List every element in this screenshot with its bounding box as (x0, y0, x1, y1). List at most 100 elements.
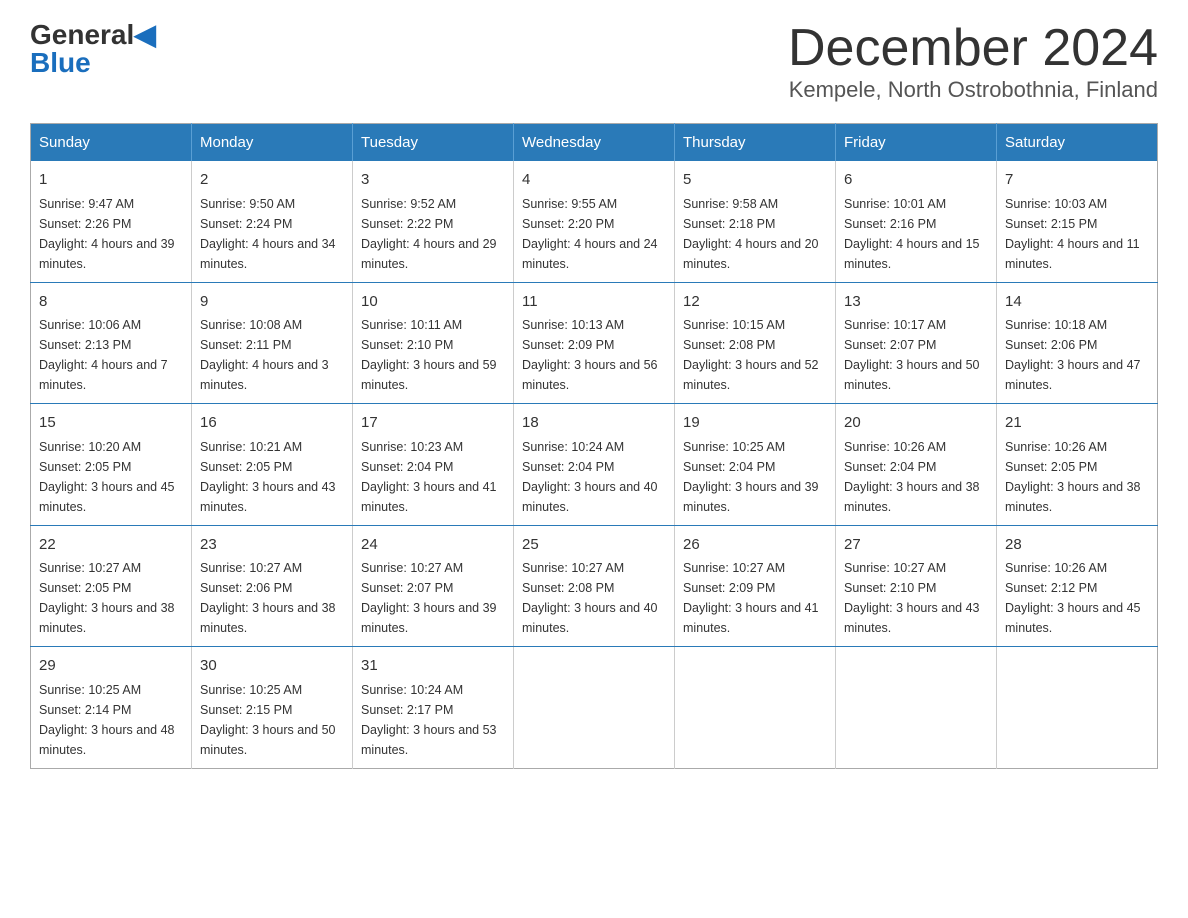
title-area: December 2024 Kempele, North Ostrobothni… (788, 20, 1158, 103)
calendar-cell: 4 Sunrise: 9:55 AMSunset: 2:20 PMDaylight… (514, 161, 675, 282)
calendar-cell: 27 Sunrise: 10:27 AMSunset: 2:10 PMDaylig… (836, 525, 997, 647)
day-number: 10 (361, 291, 505, 314)
day-number: 9 (200, 291, 344, 314)
day-info: Sunrise: 10:01 AMSunset: 2:16 PMDaylight… (844, 197, 980, 271)
day-info: Sunrise: 10:26 AMSunset: 2:05 PMDaylight… (1005, 440, 1141, 514)
calendar-header-row: SundayMondayTuesdayWednesdayThursdayFrid… (31, 124, 1158, 162)
day-info: Sunrise: 10:27 AMSunset: 2:09 PMDaylight… (683, 561, 819, 635)
calendar-cell: 25 Sunrise: 10:27 AMSunset: 2:08 PMDaylig… (514, 525, 675, 647)
day-info: Sunrise: 10:27 AMSunset: 2:10 PMDaylight… (844, 561, 980, 635)
calendar-cell: 28 Sunrise: 10:26 AMSunset: 2:12 PMDaylig… (997, 525, 1158, 647)
calendar-cell: 22 Sunrise: 10:27 AMSunset: 2:05 PMDaylig… (31, 525, 192, 647)
calendar-cell: 18Sunrise: 10:24 AMSunset: 2:04 PMDaylig… (514, 404, 675, 526)
day-number: 7 (1005, 169, 1149, 192)
day-number: 31 (361, 655, 505, 678)
calendar-cell (997, 647, 1158, 769)
day-number: 5 (683, 169, 827, 192)
month-title: December 2024 (788, 20, 1158, 77)
day-number: 13 (844, 291, 988, 314)
header-monday: Monday (192, 124, 353, 162)
calendar-cell: 23 Sunrise: 10:27 AMSunset: 2:06 PMDaylig… (192, 525, 353, 647)
header-friday: Friday (836, 124, 997, 162)
calendar-cell: 7 Sunrise: 10:03 AMSunset: 2:15 PMDayligh… (997, 161, 1158, 282)
logo: General◀ Blue (30, 20, 156, 79)
day-info: Sunrise: 10:25 AMSunset: 2:04 PMDaylight… (683, 440, 819, 514)
day-number: 4 (522, 169, 666, 192)
calendar-cell: 14 Sunrise: 10:18 AMSunset: 2:06 PMDaylig… (997, 282, 1158, 404)
day-number: 29 (39, 655, 183, 678)
calendar-cell: 21 Sunrise: 10:26 AMSunset: 2:05 PMDaylig… (997, 404, 1158, 526)
day-number: 21 (1005, 412, 1149, 435)
calendar-cell: 26 Sunrise: 10:27 AMSunset: 2:09 PMDaylig… (675, 525, 836, 647)
day-info: Sunrise: 10:24 AMSunset: 2:04 PMDaylight… (522, 440, 658, 514)
day-number: 20 (844, 412, 988, 435)
day-number: 28 (1005, 534, 1149, 557)
day-info: Sunrise: 10:23 AMSunset: 2:04 PMDaylight… (361, 440, 497, 514)
day-info: Sunrise: 10:25 AMSunset: 2:15 PMDaylight… (200, 683, 336, 757)
calendar-week-1: 8Sunrise: 10:06 AMSunset: 2:13 PMDayligh… (31, 282, 1158, 404)
day-number: 22 (39, 534, 183, 557)
calendar-cell: 3Sunrise: 9:52 AMSunset: 2:22 PMDaylight… (353, 161, 514, 282)
day-number: 6 (844, 169, 988, 192)
calendar-week-0: 1Sunrise: 9:47 AMSunset: 2:26 PMDaylight… (31, 161, 1158, 282)
page-header: General◀ Blue December 2024 Kempele, Nor… (30, 20, 1158, 103)
calendar-cell: 29 Sunrise: 10:25 AMSunset: 2:14 PMDaylig… (31, 647, 192, 769)
calendar-cell: 20 Sunrise: 10:26 AMSunset: 2:04 PMDaylig… (836, 404, 997, 526)
calendar-cell: 10 Sunrise: 10:11 AMSunset: 2:10 PMDaylig… (353, 282, 514, 404)
calendar-cell: 1Sunrise: 9:47 AMSunset: 2:26 PMDaylight… (31, 161, 192, 282)
calendar-cell: 9Sunrise: 10:08 AMSunset: 2:11 PMDayligh… (192, 282, 353, 404)
day-info: Sunrise: 9:50 AMSunset: 2:24 PMDaylight:… (200, 197, 336, 271)
day-number: 19 (683, 412, 827, 435)
day-number: 24 (361, 534, 505, 557)
calendar-cell: 24 Sunrise: 10:27 AMSunset: 2:07 PMDaylig… (353, 525, 514, 647)
header-saturday: Saturday (997, 124, 1158, 162)
day-info: Sunrise: 10:11 AMSunset: 2:10 PMDaylight… (361, 318, 497, 392)
day-number: 15 (39, 412, 183, 435)
day-info: Sunrise: 10:03 AMSunset: 2:15 PMDaylight… (1005, 197, 1140, 271)
header-sunday: Sunday (31, 124, 192, 162)
header-thursday: Thursday (675, 124, 836, 162)
day-info: Sunrise: 10:18 AMSunset: 2:06 PMDaylight… (1005, 318, 1141, 392)
day-info: Sunrise: 10:27 AMSunset: 2:05 PMDaylight… (39, 561, 175, 635)
calendar-cell: 15 Sunrise: 10:20 AMSunset: 2:05 PMDaylig… (31, 404, 192, 526)
header-wednesday: Wednesday (514, 124, 675, 162)
calendar-cell: 2 Sunrise: 9:50 AMSunset: 2:24 PMDaylight… (192, 161, 353, 282)
day-info: Sunrise: 10:26 AMSunset: 2:12 PMDaylight… (1005, 561, 1141, 635)
day-number: 2 (200, 169, 344, 192)
calendar-cell: 16 Sunrise: 10:21 AMSunset: 2:05 PMDaylig… (192, 404, 353, 526)
day-number: 30 (200, 655, 344, 678)
day-number: 25 (522, 534, 666, 557)
calendar-cell (514, 647, 675, 769)
day-number: 17 (361, 412, 505, 435)
day-info: Sunrise: 10:27 AMSunset: 2:07 PMDaylight… (361, 561, 497, 635)
day-info: Sunrise: 10:20 AMSunset: 2:05 PMDaylight… (39, 440, 175, 514)
day-info: Sunrise: 10:27 AMSunset: 2:06 PMDaylight… (200, 561, 336, 635)
day-info: Sunrise: 10:25 AMSunset: 2:14 PMDaylight… (39, 683, 175, 757)
location-title: Kempele, North Ostrobothnia, Finland (788, 77, 1158, 103)
calendar-cell (836, 647, 997, 769)
calendar-cell: 11Sunrise: 10:13 AMSunset: 2:09 PMDaylig… (514, 282, 675, 404)
calendar-cell: 6 Sunrise: 10:01 AMSunset: 2:16 PMDayligh… (836, 161, 997, 282)
calendar-week-4: 29 Sunrise: 10:25 AMSunset: 2:14 PMDaylig… (31, 647, 1158, 769)
day-info: Sunrise: 10:15 AMSunset: 2:08 PMDaylight… (683, 318, 819, 392)
day-info: Sunrise: 9:55 AMSunset: 2:20 PMDaylight:… (522, 197, 658, 271)
calendar-week-2: 15 Sunrise: 10:20 AMSunset: 2:05 PMDaylig… (31, 404, 1158, 526)
day-info: Sunrise: 10:26 AMSunset: 2:04 PMDaylight… (844, 440, 980, 514)
day-number: 26 (683, 534, 827, 557)
calendar-cell: 19 Sunrise: 10:25 AMSunset: 2:04 PMDaylig… (675, 404, 836, 526)
day-number: 27 (844, 534, 988, 557)
calendar-cell: 17 Sunrise: 10:23 AMSunset: 2:04 PMDaylig… (353, 404, 514, 526)
day-info: Sunrise: 9:47 AMSunset: 2:26 PMDaylight:… (39, 197, 175, 271)
day-info: Sunrise: 10:13 AMSunset: 2:09 PMDaylight… (522, 318, 658, 392)
day-number: 12 (683, 291, 827, 314)
day-info: Sunrise: 10:27 AMSunset: 2:08 PMDaylight… (522, 561, 658, 635)
day-info: Sunrise: 10:21 AMSunset: 2:05 PMDaylight… (200, 440, 336, 514)
logo-blue: Blue (30, 47, 156, 79)
calendar-cell (675, 647, 836, 769)
header-tuesday: Tuesday (353, 124, 514, 162)
day-number: 14 (1005, 291, 1149, 314)
day-info: Sunrise: 9:52 AMSunset: 2:22 PMDaylight:… (361, 197, 497, 271)
calendar-cell: 5Sunrise: 9:58 AMSunset: 2:18 PMDaylight… (675, 161, 836, 282)
day-number: 16 (200, 412, 344, 435)
day-number: 23 (200, 534, 344, 557)
